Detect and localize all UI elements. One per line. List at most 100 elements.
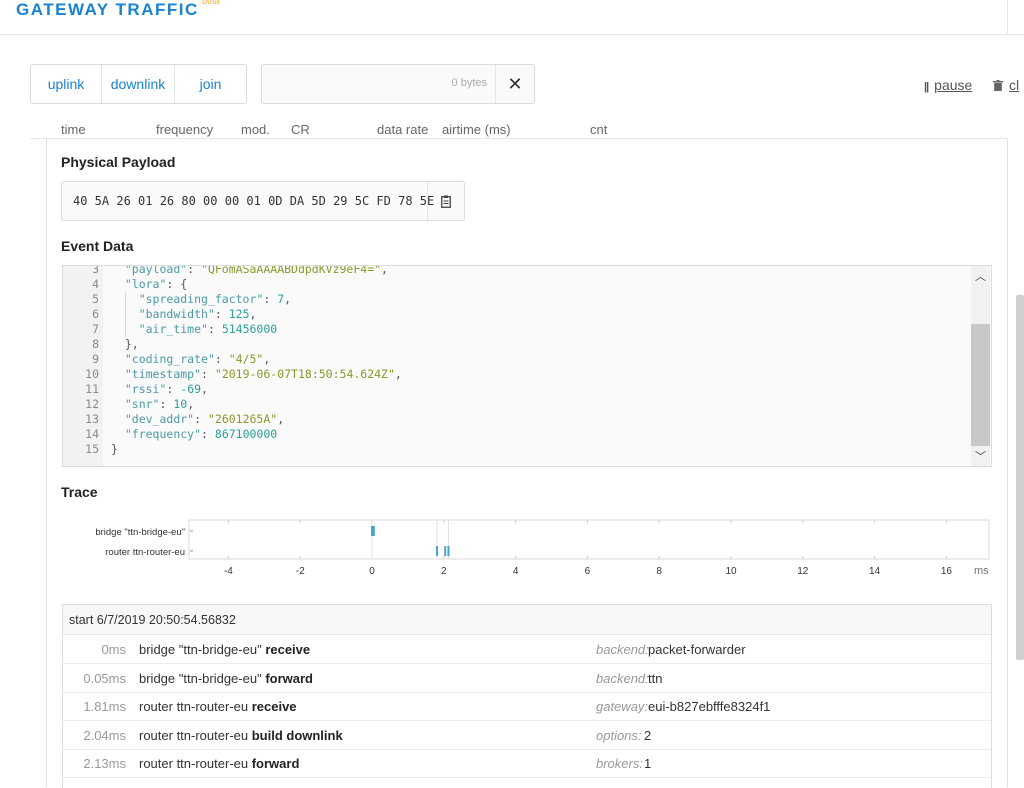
trace-event-mark xyxy=(371,526,373,536)
trace-time: 2.13ms xyxy=(83,756,126,771)
column-time[interactable]: time xyxy=(61,122,86,137)
line-number: 12 xyxy=(85,397,99,411)
x-tick-label: 6 xyxy=(585,566,591,577)
pause-icon: || xyxy=(924,81,929,93)
code-text: "payload": "QFomASaAAAABDdpdKVz9eF4=", xyxy=(124,265,388,276)
trace-actor: bridge "ttn-bridge-eu" forward xyxy=(139,670,313,686)
trace-time: 0ms xyxy=(101,642,126,657)
trace-lane-label: bridge "ttn-bridge-eu" xyxy=(95,527,185,538)
trace-action: forward xyxy=(251,756,300,771)
x-axis-unit: ms xyxy=(974,565,989,577)
line-number: 15 xyxy=(85,442,99,456)
trace-event-mark xyxy=(372,526,375,536)
pause-button[interactable]: || pause xyxy=(924,77,972,93)
code-text: "frequency": 867100000 xyxy=(124,427,278,441)
clipboard-icon xyxy=(441,195,451,208)
x-tick-label: -2 xyxy=(296,566,305,577)
trace-action: receive xyxy=(251,699,297,714)
trace-detail-key: backend: xyxy=(596,670,649,686)
editor-scrollbar[interactable]: ︿ ﹀ xyxy=(971,266,990,466)
x-tick-label: 14 xyxy=(869,566,881,577)
detail-panel-border xyxy=(46,139,47,787)
trace-detail-value: 1 xyxy=(644,756,652,771)
code-text: "coding_rate": "4/5", xyxy=(124,352,271,366)
trace-detail-key: options: xyxy=(596,727,642,743)
trace-time: 0.05ms xyxy=(83,670,126,686)
trace-event-mark xyxy=(435,546,438,556)
column-modulation[interactable]: mod. xyxy=(241,122,270,137)
column-airtime[interactable]: airtime (ms) xyxy=(442,122,511,137)
trace-detail-key: backend: xyxy=(596,642,649,657)
page-scrollbar[interactable] xyxy=(1016,295,1024,660)
line-number: 14 xyxy=(85,427,99,441)
line-number: 5 xyxy=(92,292,99,306)
x-tick-label: 0 xyxy=(369,566,375,577)
trace-event-mark xyxy=(444,546,447,556)
byte-count: 0 bytes xyxy=(451,77,487,89)
trace-actor: router ttn-router-eu build downlink xyxy=(139,727,343,743)
trace-actor: router ttn-router-eu forward xyxy=(139,756,300,771)
trace-start-header: start 6/7/2019 20:50:54.56832 xyxy=(63,605,991,635)
line-number: 8 xyxy=(92,337,99,351)
event-data-heading: Event Data xyxy=(61,238,134,254)
x-tick-label: 2 xyxy=(441,566,447,577)
line-number: 7 xyxy=(92,322,99,336)
line-number: 11 xyxy=(85,382,99,396)
trace-table-row: 2.13ms router ttn-router-eu forward broker… xyxy=(63,749,991,778)
code-text: "timestamp": "2019-06-07T18:50:54.624Z", xyxy=(124,367,402,381)
trace-plot-frame xyxy=(188,519,990,560)
payload-filter-input[interactable]: 0 bytes ✕ xyxy=(261,64,535,104)
trace-event-mark xyxy=(447,546,450,556)
filter-button-group: uplink downlink join xyxy=(30,64,247,104)
scroll-up-arrow-icon[interactable]: ︿ xyxy=(971,268,990,284)
x-tick-label: 12 xyxy=(797,566,809,577)
trace-detail-key: gateway: xyxy=(596,699,649,714)
editor-scroll-thumb[interactable] xyxy=(971,324,990,446)
trace-lane-label: router ttn-router-eu xyxy=(105,547,185,558)
event-data-editor[interactable]: 3 "payload": "QFomASaAAAABDdpdKVz9eF4=",… xyxy=(62,265,992,467)
header-right-divider xyxy=(1007,0,1008,34)
line-number: 6 xyxy=(92,307,99,321)
x-tick-label: -4 xyxy=(224,566,233,577)
column-cr[interactable]: CR xyxy=(291,122,310,137)
line-number: 4 xyxy=(92,277,99,291)
payload-hex[interactable]: 40 5A 26 01 26 80 00 00 01 0D DA 5D 29 5… xyxy=(73,194,434,208)
line-number: 9 xyxy=(92,352,99,366)
header-divider xyxy=(0,34,1024,35)
trace-action: build downlink xyxy=(251,727,343,743)
scroll-down-arrow-icon[interactable]: ﹀ xyxy=(971,448,990,464)
line-number: 3 xyxy=(92,265,99,276)
trace-detail-value: ttn xyxy=(648,670,663,686)
clear-button[interactable]: cl xyxy=(993,77,1019,93)
join-filter-button[interactable]: join xyxy=(175,65,246,103)
trace-table-row: 1.81ms router ttn-router-eu receive gatewa… xyxy=(63,692,991,721)
uplink-filter-button[interactable]: uplink xyxy=(31,65,102,103)
clear-label: cl xyxy=(1009,77,1020,93)
column-data-rate[interactable]: data rate xyxy=(377,122,428,137)
column-cnt[interactable]: cnt xyxy=(590,122,607,137)
trace-table: start 6/7/2019 20:50:54.56832 0ms bridge … xyxy=(62,604,992,788)
column-frequency[interactable]: frequency xyxy=(156,122,213,137)
trace-detail-value: packet-forwarder xyxy=(648,642,746,657)
trace-detail-value: eui-b827ebfffe8324f1 xyxy=(648,699,771,714)
line-number: 10 xyxy=(85,367,99,381)
trace-detail-key: brokers: xyxy=(596,756,643,771)
pause-label: pause xyxy=(934,77,973,93)
trace-table-row: 0ms bridge "ttn-bridge-eu" receive backend… xyxy=(63,635,991,664)
trace-actor: router ttn-router-eu receive xyxy=(139,699,297,714)
line-number: 13 xyxy=(85,412,99,426)
downlink-filter-button[interactable]: downlink xyxy=(102,65,175,103)
trace-time: 2.04ms xyxy=(83,727,126,743)
code-text: "air_time": 51456000 xyxy=(138,322,278,336)
trace-action: receive xyxy=(265,642,311,657)
detail-panel-border xyxy=(1007,139,1008,787)
physical-payload-box: 40 5A 26 01 26 80 00 00 01 0D DA 5D 29 5… xyxy=(61,181,465,221)
x-tick-label: 10 xyxy=(725,566,737,577)
trash-icon xyxy=(993,80,1003,91)
trace-actor: bridge "ttn-bridge-eu" receive xyxy=(139,642,311,657)
copy-payload-button[interactable] xyxy=(427,182,464,220)
code-text: "spreading_factor": 7, xyxy=(138,292,292,306)
trace-action: forward xyxy=(265,670,313,686)
x-tick-label: 8 xyxy=(656,566,662,577)
clear-filter-button[interactable]: ✕ xyxy=(495,65,534,103)
